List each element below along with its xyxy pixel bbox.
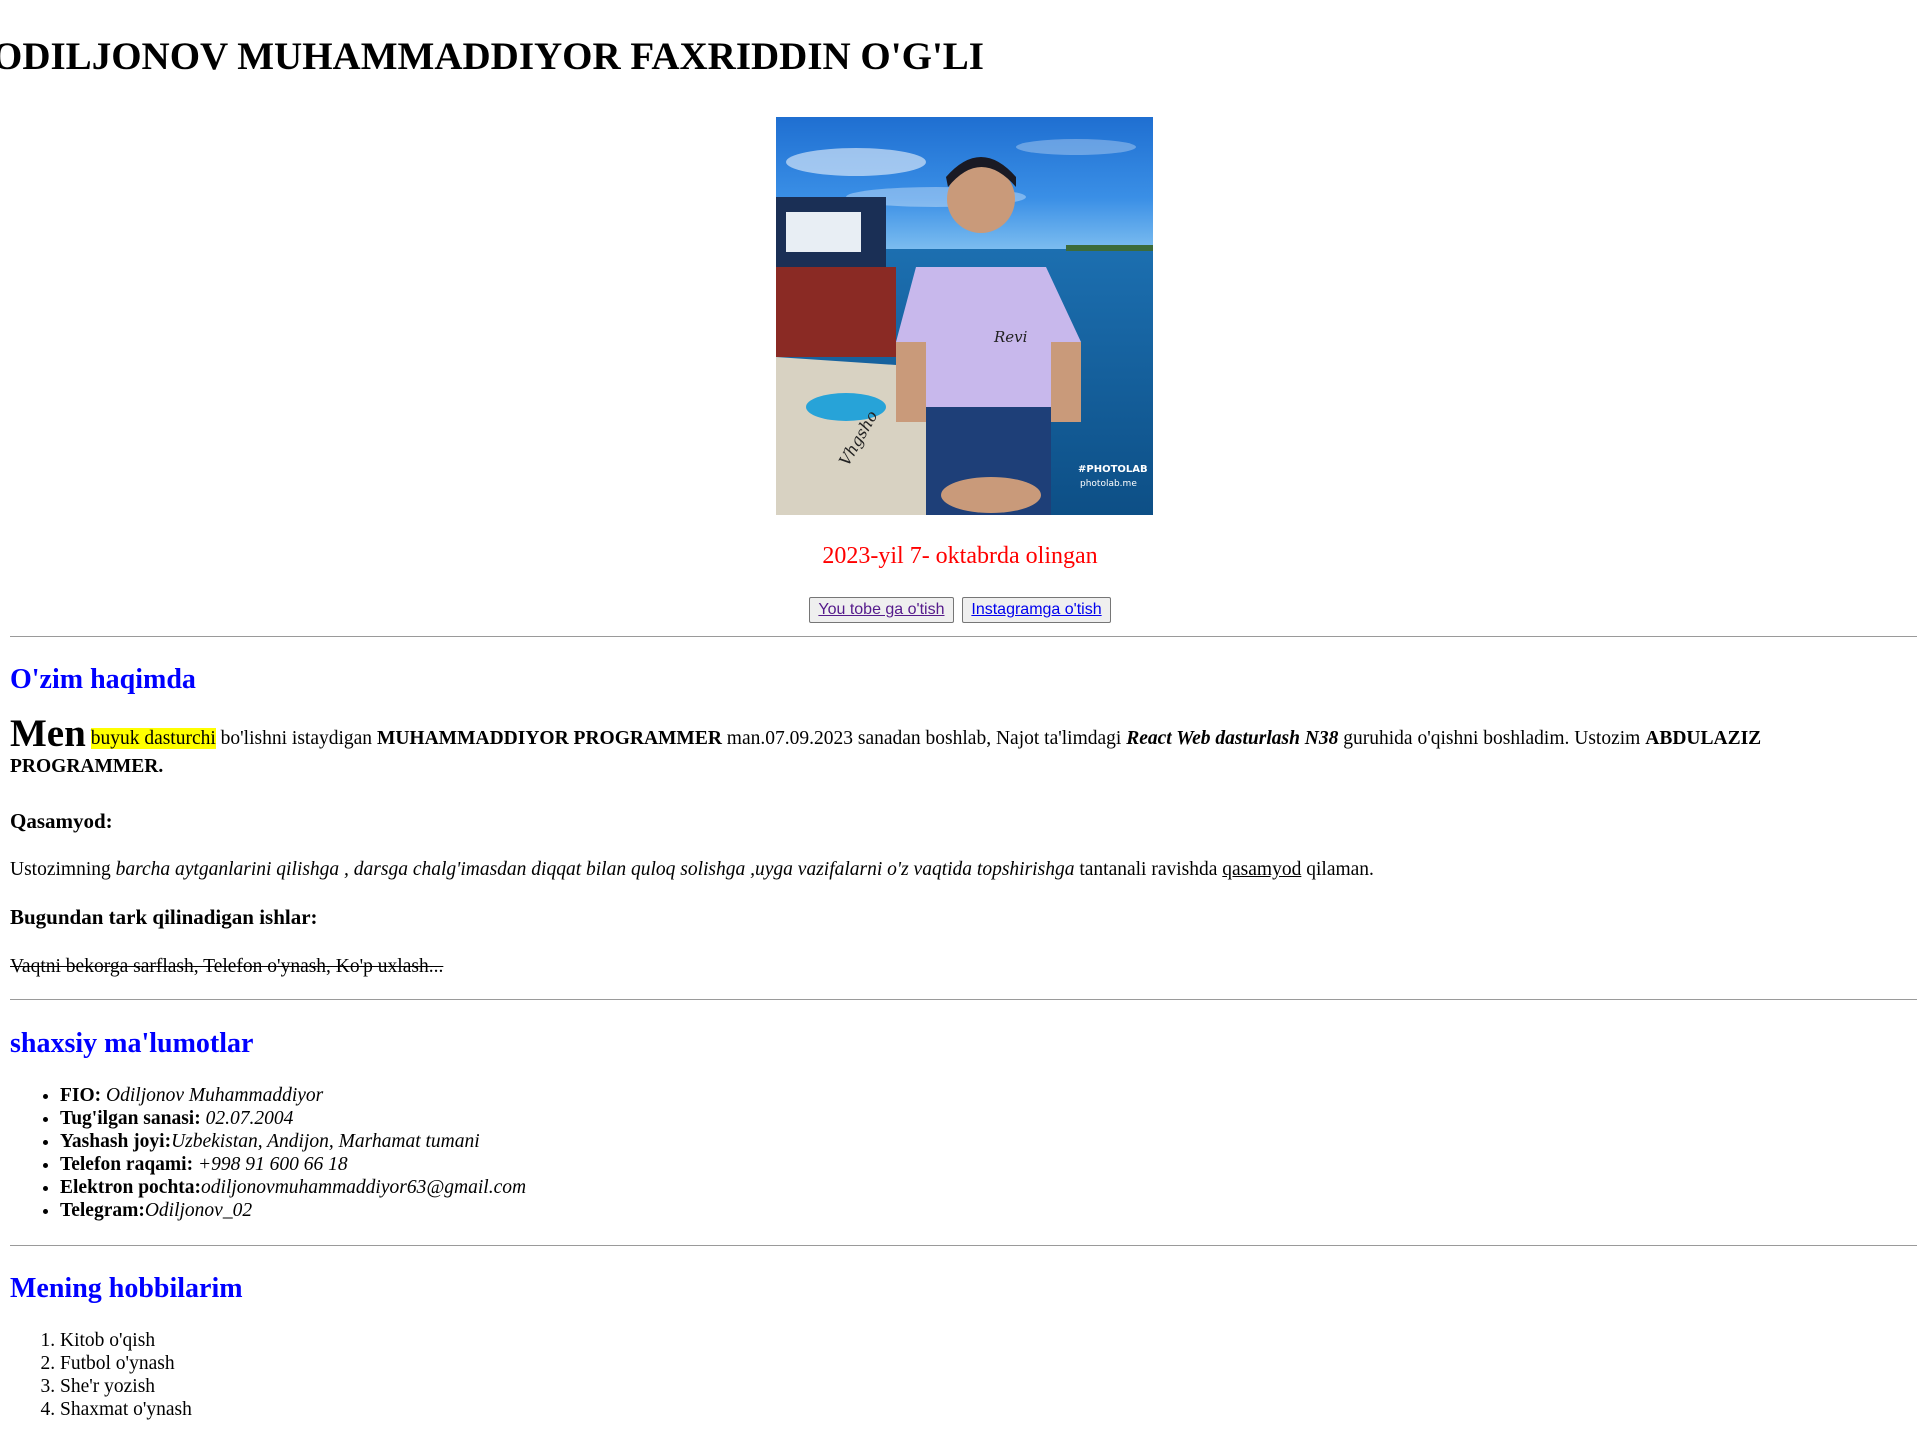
list-item: Yashash joyi:Uzbekistan, Andijon, Marham… — [60, 1130, 526, 1153]
about-course: React Web dasturlash N38 — [1126, 728, 1339, 749]
info-value: Odiljonov Muhammaddiyor — [106, 1085, 324, 1106]
about-text-3: guruhida o'qishni boshladim. Ustozim — [1338, 728, 1646, 749]
photo-watermark: #PHOTOLAB — [1078, 464, 1148, 475]
info-label: FIO: — [60, 1085, 107, 1106]
info-value: Uzbekistan, Andijon, Marhamat tumani — [171, 1131, 480, 1152]
link-buttons: You tobe ga o'tish Instagramga o'tish — [0, 597, 1920, 623]
list-item: Shaxmat o'ynash — [60, 1398, 192, 1421]
about-men: Men — [10, 712, 86, 755]
youtube-link[interactable]: You tobe ga o'tish — [818, 601, 944, 618]
list-item: Futbol o'ynash — [60, 1352, 192, 1375]
profile-photo: Revi Vhgsho #PHOTOLAB photolab.me — [776, 117, 1153, 515]
oath-text-3: qilaman. — [1301, 859, 1374, 880]
divider — [10, 999, 1917, 1000]
list-item: Telegram:Odiljonov_02 — [60, 1199, 526, 1222]
info-value: odiljonovmuhammaddiyor63@gmail.com — [201, 1177, 527, 1198]
list-item: Kitob o'qish — [60, 1329, 192, 1352]
hobbies-heading: Mening hobbilarim — [10, 1273, 243, 1304]
oath-heading: Qasamyod: — [10, 809, 113, 833]
list-item: Elektron pochta:odiljonovmuhammaddiyor63… — [60, 1176, 526, 1199]
about-bold-name: MUHAMMADDIYOR PROGRAMMER — [376, 728, 722, 749]
info-value: 02.07.2004 — [205, 1108, 294, 1129]
divider — [10, 1245, 1917, 1246]
info-label: Elektron pochta: — [60, 1177, 202, 1198]
oath-paragraph: Ustozimning barcha aytganlarini qilishga… — [10, 858, 1374, 881]
info-label: Telefon raqami: — [60, 1154, 198, 1175]
about-paragraph: Men buyuk dasturchi bo'lishni istaydigan… — [10, 714, 1915, 780]
info-label: Telegram: — [60, 1200, 145, 1221]
quit-list-text: Vaqtni bekorga sarflash, Telefon o'ynash… — [10, 956, 444, 977]
oath-italic: barcha aytganlarini qilishga , darsga ch… — [115, 859, 1075, 880]
instagram-button[interactable]: Instagramga o'tish — [962, 597, 1111, 623]
photo-caption: 2023-yil 7- oktabrda olingan — [822, 543, 1098, 569]
page-title: ODILJONOV MUHAMMADDIYOR FAXRIDDIN O'G'LI — [0, 35, 984, 78]
shirt-text: Revi — [993, 328, 1028, 346]
list-item: Tug'ilgan sanasi: 02.07.2004 — [60, 1107, 526, 1130]
info-label: Tug'ilgan sanasi: — [60, 1108, 206, 1129]
list-item: FIO: Odiljonov Muhammaddiyor — [60, 1084, 526, 1107]
page: ODILJONOV MUHAMMADDIYOR FAXRIDDIN O'G'LI — [0, 0, 1920, 1445]
personal-info-list: FIO: Odiljonov Muhammaddiyor Tug'ilgan s… — [10, 1084, 526, 1222]
info-label: Yashash joyi: — [60, 1131, 172, 1152]
hobbies-list: Kitob o'qish Futbol o'ynash She'r yozish… — [10, 1329, 192, 1421]
about-text-2: man.07.09.2023 sanadan boshlab, Najot ta… — [721, 728, 1127, 749]
quit-heading: Bugundan tark qilinadigan ishlar: — [10, 905, 318, 929]
highlight-text: buyuk dasturchi — [90, 728, 216, 749]
about-heading: O'zim haqimda — [10, 664, 196, 695]
info-value: +998 91 600 66 18 — [197, 1154, 348, 1175]
oath-underline: qasamyod — [1222, 859, 1302, 880]
oath-text-1: Ustozimning — [10, 859, 116, 880]
photo-watermark-url: photolab.me — [1080, 479, 1137, 489]
divider — [10, 636, 1917, 637]
list-item: Telefon raqami: +998 91 600 66 18 — [60, 1153, 526, 1176]
youtube-button[interactable]: You tobe ga o'tish — [809, 597, 954, 623]
oath-text-2: tantanali ravishda — [1074, 859, 1223, 880]
info-value: Odiljonov_02 — [144, 1200, 253, 1221]
instagram-link[interactable]: Instagramga o'tish — [971, 601, 1101, 618]
about-text-1: bo'lishni istaydigan — [215, 728, 377, 749]
list-item: She'r yozish — [60, 1375, 192, 1398]
personal-heading: shaxsiy ma'lumotlar — [10, 1028, 254, 1059]
